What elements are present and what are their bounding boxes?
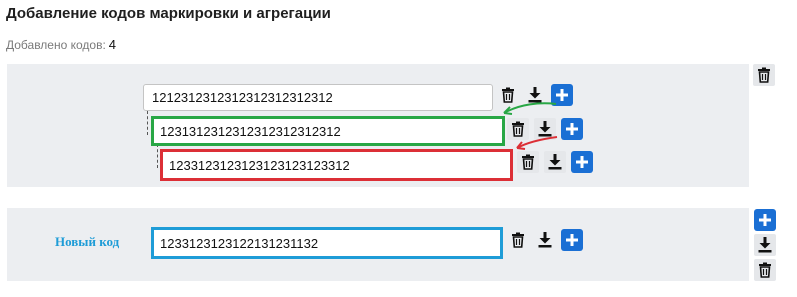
download-icon [538,232,552,248]
page: Добавление кодов маркировки и агрегации … [0,0,797,297]
plus-icon [566,234,578,246]
trash-icon [512,232,524,248]
download-icon [758,237,772,253]
delete-code-button[interactable] [507,229,529,251]
red-annotation-arrow [516,136,558,149]
download-all-button[interactable] [754,234,776,256]
add-child-code-button[interactable] [561,229,583,251]
delete-group-button[interactable] [754,259,776,281]
new-code-input[interactable] [151,227,503,259]
trash-icon [759,262,771,278]
add-code-button[interactable] [754,209,776,231]
download-button[interactable] [534,229,556,251]
new-code-label: Новый код [55,234,120,249]
green-annotation-arrow [503,102,557,114]
plus-icon [759,214,771,226]
